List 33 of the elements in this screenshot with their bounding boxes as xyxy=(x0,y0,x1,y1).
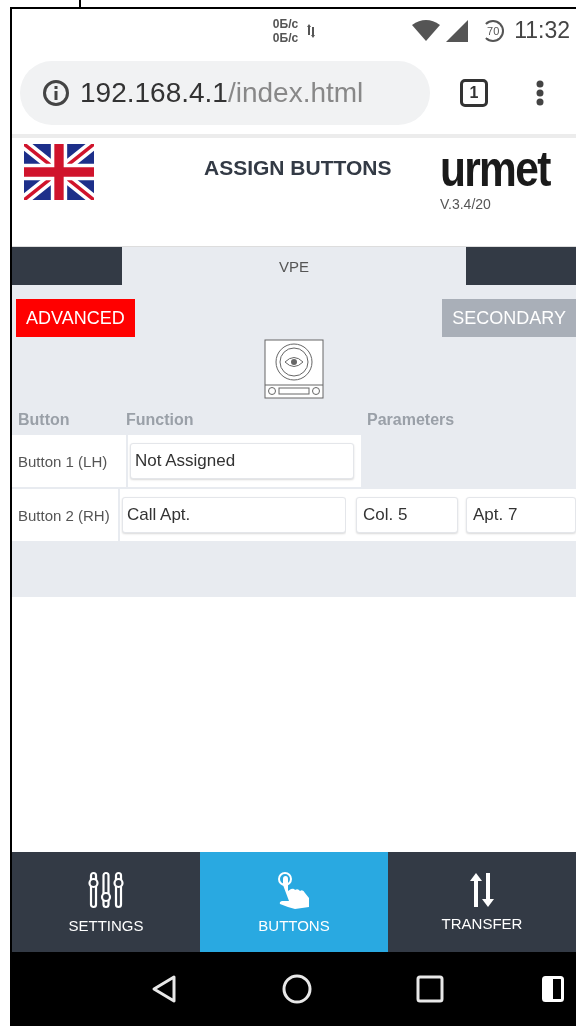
home-icon[interactable] xyxy=(282,974,312,1004)
uk-flag-icon[interactable] xyxy=(24,144,94,200)
menu-icon[interactable] xyxy=(536,80,544,106)
sliders-icon xyxy=(87,870,125,909)
clock: 11:32 xyxy=(514,17,570,44)
signal-icon xyxy=(446,19,469,42)
split-screen-icon[interactable] xyxy=(542,976,564,1002)
transfer-arrows-icon xyxy=(469,872,495,907)
hand-pointer-icon xyxy=(277,870,311,909)
info-icon xyxy=(42,79,70,107)
button-label: Button 1 (LH) xyxy=(18,452,108,470)
address-bar[interactable]: 192.168.4.1/index.html xyxy=(20,61,430,125)
recents-icon[interactable] xyxy=(416,975,444,1003)
upload-speed: 0Б/с xyxy=(272,16,299,31)
data-arrows-icon xyxy=(306,22,317,39)
column-header: Parameters xyxy=(366,411,456,429)
brand-logo: urmet xyxy=(440,144,550,194)
version-label: V.3.4/20 xyxy=(440,196,492,212)
door-panel-icon xyxy=(264,339,324,399)
download-speed: 0Б/с xyxy=(272,30,299,45)
back-icon[interactable] xyxy=(150,974,178,1004)
function-field[interactable]: Call Apt. xyxy=(122,497,346,533)
column-header: Function xyxy=(126,411,195,429)
mode-button[interactable]: ADVANCED xyxy=(16,299,135,337)
function-field[interactable]: Not Assigned xyxy=(130,443,354,479)
tab-count-button[interactable]: 1 xyxy=(460,79,488,107)
column-header: Button xyxy=(17,411,71,429)
parameter-field[interactable]: Apt. 7 xyxy=(466,497,576,533)
page-title: ASSIGN BUTTONS xyxy=(204,156,393,180)
tab[interactable]: VPE xyxy=(122,247,466,285)
parameter-field[interactable]: Col. 5 xyxy=(356,497,458,533)
wifi-icon xyxy=(412,19,441,42)
button-label: Button 2 (RH) xyxy=(18,506,110,524)
